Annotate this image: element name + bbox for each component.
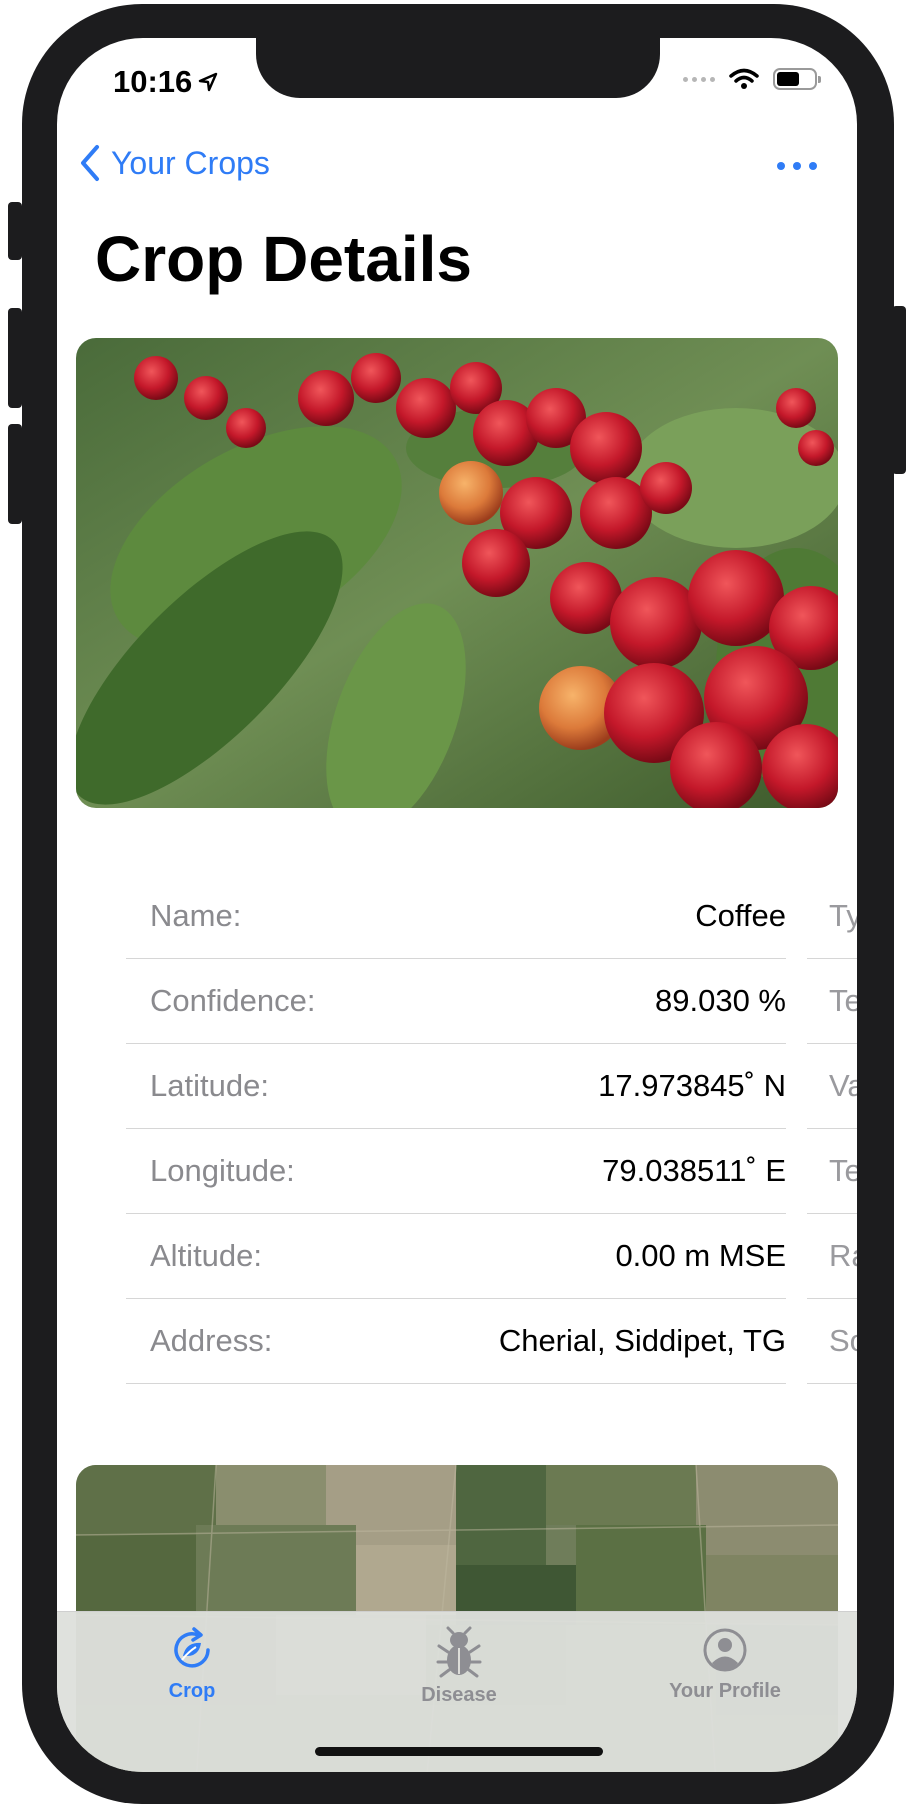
bug-icon (436, 1626, 482, 1678)
detail-peek-label: Ty (807, 874, 857, 959)
volume-up-button (8, 308, 22, 408)
tab-your-profile[interactable]: Your Profile (645, 1626, 805, 1703)
detail-label: Name: (150, 898, 242, 933)
next-page-details-peek[interactable]: Ty Te Va Te Ra So (807, 874, 857, 1384)
detail-peek-label: So (807, 1299, 857, 1384)
detail-peek-label: Te (807, 959, 857, 1044)
power-button (892, 306, 906, 474)
volume-down-button (8, 424, 22, 524)
detail-label: Altitude: (150, 1238, 263, 1273)
detail-value: 89.030 % (655, 983, 786, 1018)
detail-value: Coffee (695, 898, 786, 933)
detail-peek-label: Te (807, 1129, 857, 1214)
tab-bar: Crop Disease Your Profile (57, 1611, 857, 1772)
detail-value: Cherial, Siddipet, TG (498, 1323, 786, 1358)
detail-row-altitude: Altitude: 0.00 m MSE (126, 1214, 786, 1299)
detail-row-address: Address: Cherial, Siddipet, TG (126, 1299, 786, 1384)
battery-icon (773, 68, 821, 90)
detail-label: Address: (150, 1323, 273, 1358)
ellipsis-icon (777, 162, 785, 170)
side-button (8, 202, 22, 260)
screen: 10:16 Your Crops Crop Details Name: Coff… (57, 38, 857, 1772)
crop-photo (76, 338, 838, 808)
home-indicator[interactable] (315, 1747, 603, 1756)
detail-row-latitude: Latitude: 17.973845˚ N (126, 1044, 786, 1129)
detail-row-confidence: Confidence: 89.030 % (126, 959, 786, 1044)
tab-crop[interactable]: Crop (112, 1626, 272, 1703)
wifi-icon (729, 68, 759, 89)
back-button-label: Your Crops (111, 144, 270, 181)
tab-label: Disease (421, 1684, 497, 1706)
tab-label: Your Profile (669, 1680, 781, 1702)
chevron-left-icon (81, 145, 99, 181)
tab-label: Crop (168, 1680, 216, 1702)
detail-label: Confidence: (150, 983, 316, 1018)
detail-peek-label: Va (807, 1044, 857, 1129)
detail-label: Latitude: (150, 1068, 269, 1103)
status-indicators (683, 68, 821, 90)
tab-disease[interactable]: Disease (379, 1626, 539, 1707)
page-title: Crop Details (95, 223, 472, 295)
location-arrow-icon (199, 72, 218, 92)
detail-row-longitude: Longitude: 79.038511˚ E (126, 1129, 786, 1214)
detail-value: 17.973845˚ N (598, 1068, 786, 1103)
status-time-label: 10:16 (113, 64, 193, 99)
crop-details-table: Name: Coffee Confidence: 89.030 % Latitu… (126, 874, 786, 1384)
profile-icon (703, 1628, 747, 1672)
detail-value: 79.038511˚ E (602, 1153, 786, 1188)
cellular-signal-icon (683, 76, 715, 82)
crop-refresh-icon (174, 1627, 210, 1668)
status-time: 10:16 (113, 64, 218, 100)
detail-peek-label: Ra (807, 1214, 857, 1299)
back-button[interactable]: Your Crops (79, 144, 270, 182)
notch (256, 38, 660, 98)
more-options-button[interactable] (777, 162, 817, 170)
detail-label: Longitude: (150, 1153, 295, 1188)
detail-value: 0.00 m MSE (615, 1238, 786, 1273)
detail-row-name: Name: Coffee (126, 874, 786, 959)
